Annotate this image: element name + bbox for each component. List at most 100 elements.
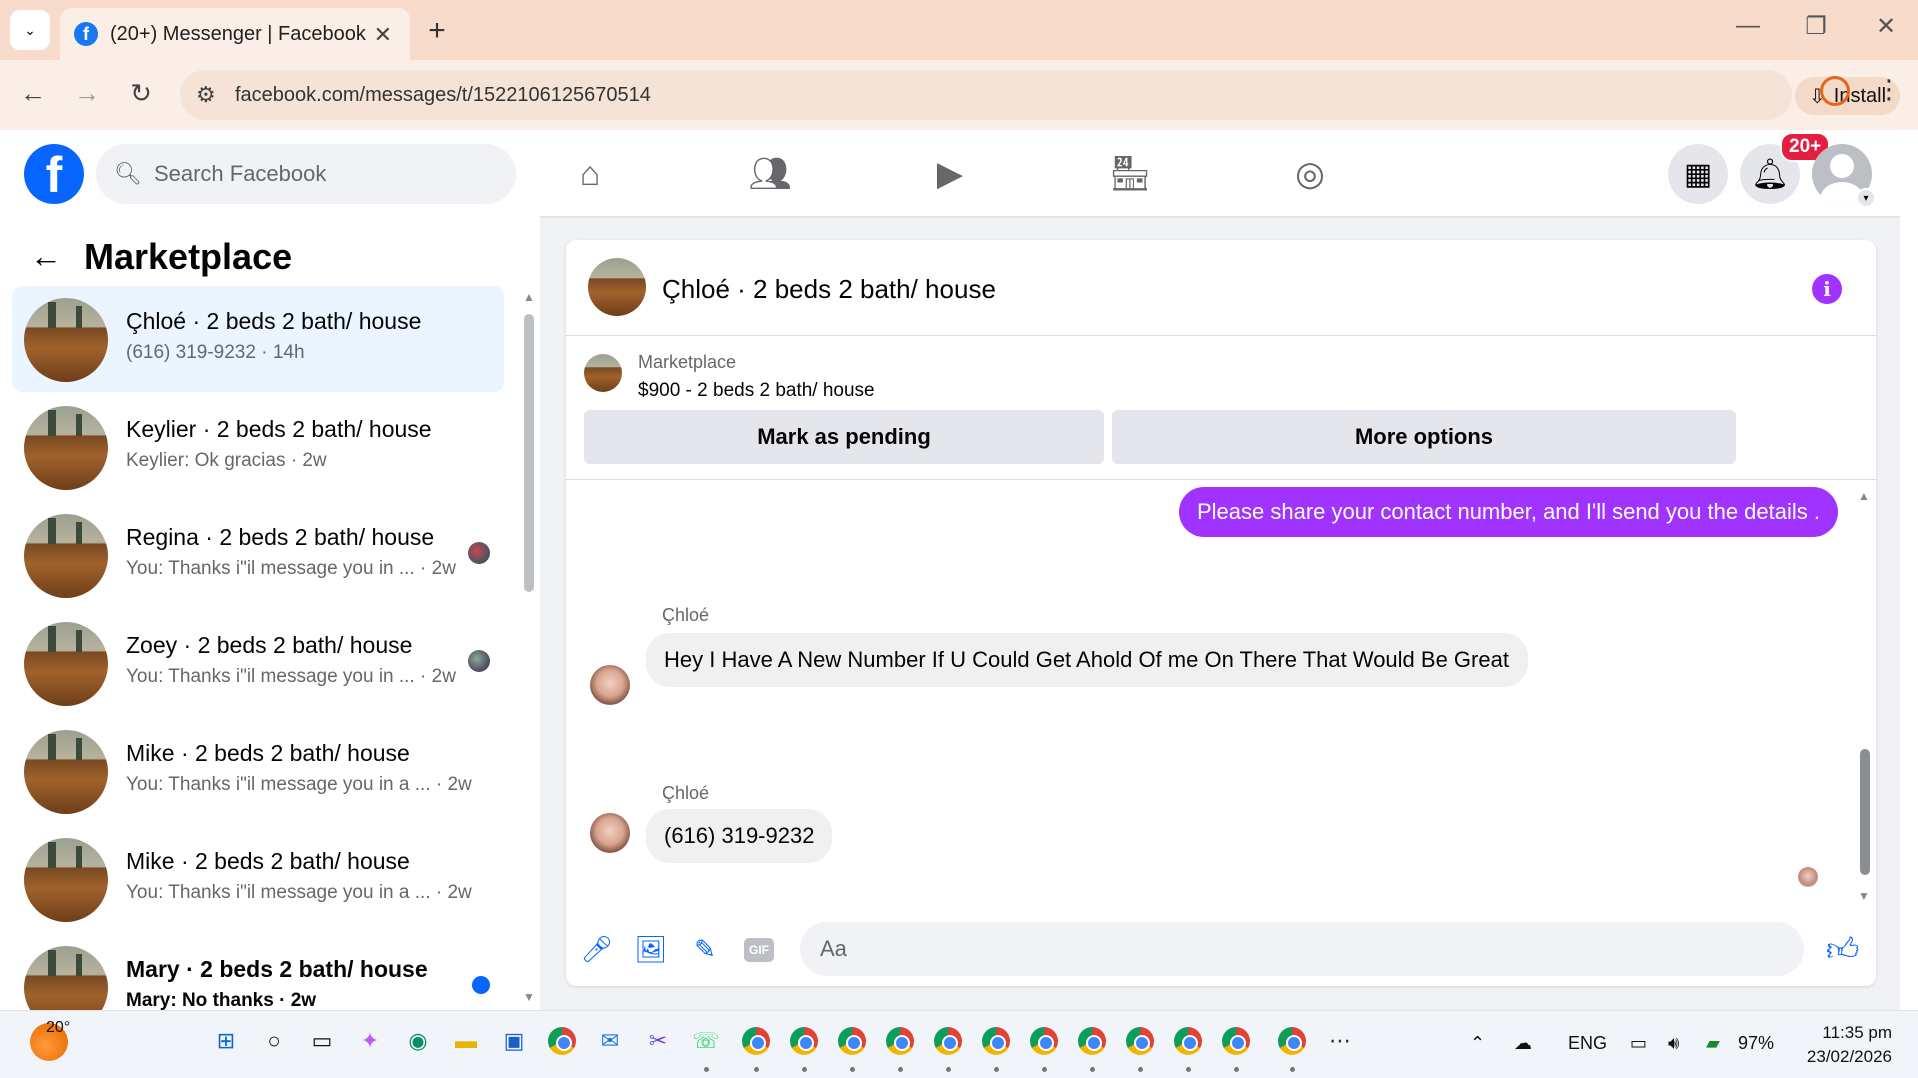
address-bar[interactable]: ⚙ facebook.com/messages/t/15221061256705…	[180, 70, 1901, 120]
chrome-icon[interactable]	[548, 1027, 576, 1055]
volume-icon[interactable]: 🔊︎	[1668, 1033, 1679, 1054]
chrome-window-icon[interactable]	[1278, 1027, 1306, 1055]
minimize-button[interactable]: —	[1728, 12, 1768, 40]
friends-icon[interactable]: 👥︎	[748, 152, 792, 196]
conversation-item[interactable]: Mike · 2 beds 2 bath/ house You: Thanks …	[12, 718, 504, 824]
chat-scrollbar-thumb[interactable]	[1860, 749, 1870, 875]
new-tab-button[interactable]: +	[420, 14, 454, 48]
show-hidden-icons-icon[interactable]: ⌃	[1470, 1033, 1485, 1054]
facebook-search-input[interactable]: 🔍︎ Search Facebook	[96, 144, 516, 204]
system-clock[interactable]: 11:35 pm 23/02/2026	[1796, 1021, 1892, 1069]
network-icon[interactable]: ▭	[1630, 1033, 1647, 1054]
chrome-window-icon[interactable]	[1078, 1027, 1106, 1055]
browser-tab-strip: ⌄ f (20+) Messenger | Facebook ✕ + — ❐ ✕	[0, 0, 1918, 60]
restore-button[interactable]: ❐	[1796, 12, 1836, 41]
chrome-window-icon[interactable]	[1174, 1027, 1202, 1055]
search-icon: 🔍︎	[114, 161, 142, 186]
conversation-name: Çhloé · 2 beds 2 bath/ house	[126, 308, 422, 334]
chrome-window-icon[interactable]	[838, 1027, 866, 1055]
onedrive-icon[interactable]: ☁	[1514, 1033, 1532, 1054]
conversation-name: Mike · 2 beds 2 bath/ house	[126, 740, 410, 766]
conversation-item[interactable]: Mike · 2 beds 2 bath/ house You: Thanks …	[12, 826, 504, 932]
copilot-icon[interactable]: ✦	[356, 1027, 384, 1055]
unread-dot	[472, 976, 490, 994]
forward-button[interactable]: →	[70, 78, 104, 109]
thumbs-up-icon[interactable]: 👍︎	[1826, 930, 1859, 969]
conversation-item[interactable]: Regina · 2 beds 2 bath/ house You: Thank…	[12, 502, 504, 608]
conversation-item[interactable]: Mary · 2 beds 2 bath/ house Mary: No tha…	[12, 934, 504, 1010]
close-window-button[interactable]: ✕	[1866, 12, 1906, 41]
chrome-menu-icon[interactable]: ⋮	[1876, 74, 1902, 105]
start-icon[interactable]: ⊞	[212, 1027, 240, 1055]
sender-avatar[interactable]	[590, 813, 630, 853]
search-icon[interactable]: ○	[260, 1027, 288, 1055]
tab-search-button[interactable]: ⌄	[10, 10, 50, 50]
mark-as-pending-button[interactable]: Mark as pending	[584, 410, 1104, 464]
more-options-button[interactable]: More options	[1112, 410, 1736, 464]
incoming-message[interactable]: Hey I Have A New Number If U Could Get A…	[646, 633, 1528, 687]
chrome-window-icon[interactable]	[1126, 1027, 1154, 1055]
task-view-icon[interactable]: ▭	[308, 1027, 336, 1055]
more-apps-icon[interactable]: ⋯	[1326, 1027, 1354, 1055]
whatsapp-icon[interactable]: ☏	[692, 1027, 720, 1055]
running-indicator	[802, 1067, 807, 1072]
marketplace-icon[interactable]: 🏪︎	[1108, 152, 1152, 196]
chat-scrollbar[interactable]: ▲ ▼	[1858, 489, 1870, 909]
running-indicator	[898, 1067, 903, 1072]
chat-panel: Çhloé · 2 beds 2 bath/ house i Marketpla…	[566, 240, 1876, 986]
scroll-up-arrow-icon[interactable]: ▲	[1858, 489, 1870, 503]
close-tab-icon[interactable]: ✕	[374, 22, 392, 48]
language-indicator[interactable]: ENG	[1568, 1033, 1607, 1054]
page-scrollbar[interactable]	[1900, 130, 1918, 1010]
scroll-down-arrow-icon[interactable]: ▼	[522, 990, 536, 1004]
conversation-name: Mike · 2 beds 2 bath/ house	[126, 848, 410, 874]
menu-grid-button[interactable]: ▦	[1668, 144, 1728, 204]
back-button[interactable]: ←	[16, 78, 50, 109]
info-icon[interactable]: i	[1812, 274, 1842, 304]
running-indicator	[850, 1067, 855, 1072]
scroll-up-arrow-icon[interactable]: ▲	[522, 290, 536, 304]
conversation-item[interactable]: Keylier · 2 beds 2 bath/ house Keylier: …	[12, 394, 504, 500]
sidebar-scrollbar-thumb[interactable]	[524, 314, 534, 592]
chrome-profile-icon[interactable]	[1820, 76, 1850, 106]
back-arrow-icon[interactable]: ←	[30, 238, 62, 275]
sender-avatar[interactable]	[590, 665, 630, 705]
gif-icon[interactable]: GIF	[744, 938, 774, 962]
chrome-window-icon[interactable]	[886, 1027, 914, 1055]
file-explorer-icon[interactable]: ▬	[452, 1027, 480, 1055]
listing-price-title[interactable]: $900 - 2 beds 2 bath/ house	[638, 380, 875, 402]
message-input[interactable]: Aa	[800, 922, 1804, 976]
video-icon[interactable]: ▶	[928, 152, 972, 196]
conversation-item[interactable]: Çhloé · 2 beds 2 bath/ house (616) 319-9…	[12, 286, 504, 392]
facebook-logo-icon[interactable]: f	[24, 144, 84, 204]
listing-avatar[interactable]	[588, 258, 646, 316]
conversation-item[interactable]: Zoey · 2 beds 2 bath/ house You: Thanks …	[12, 610, 504, 716]
site-settings-icon[interactable]: ⚙	[196, 82, 216, 108]
conversation-sidebar: ← Marketplace Çhloé · 2 beds 2 bath/ hou…	[0, 216, 540, 1010]
edge-icon[interactable]: ◉	[404, 1027, 432, 1055]
chrome-window-icon[interactable]	[1222, 1027, 1250, 1055]
running-indicator	[1138, 1067, 1143, 1072]
chat-title[interactable]: Çhloé · 2 beds 2 bath/ house	[662, 274, 996, 305]
outgoing-message[interactable]: Please share your contact number, and I'…	[1178, 487, 1838, 537]
home-icon[interactable]: ⌂	[568, 152, 612, 196]
microphone-icon[interactable]: 🎤︎	[580, 932, 614, 966]
chevron-down-icon[interactable]: ▾	[1856, 188, 1876, 208]
chrome-window-icon[interactable]	[1030, 1027, 1058, 1055]
photo-icon[interactable]: 🖼︎	[634, 932, 668, 966]
incoming-message[interactable]: (616) 319-9232	[646, 809, 833, 863]
sticker-icon[interactable]: ✎	[688, 932, 722, 966]
battery-icon[interactable]: ▰	[1706, 1033, 1720, 1054]
outlook-icon[interactable]: ✉	[596, 1027, 624, 1055]
chrome-window-icon[interactable]	[982, 1027, 1010, 1055]
scroll-down-arrow-icon[interactable]: ▼	[1858, 889, 1870, 903]
chrome-window-icon[interactable]	[934, 1027, 962, 1055]
reload-button[interactable]: ↻	[124, 78, 158, 109]
groups-icon[interactable]: ◎	[1288, 152, 1332, 196]
snipping-tool-icon[interactable]: ✂	[644, 1027, 672, 1055]
store-icon[interactable]: ▣	[500, 1027, 528, 1055]
browser-tab[interactable]: f (20+) Messenger | Facebook ✕	[60, 8, 410, 60]
chrome-window-icon[interactable]	[742, 1027, 770, 1055]
browser-toolbar: ← → ↻ ⚙ facebook.com/messages/t/15221061…	[0, 60, 1918, 130]
chrome-window-icon[interactable]	[790, 1027, 818, 1055]
